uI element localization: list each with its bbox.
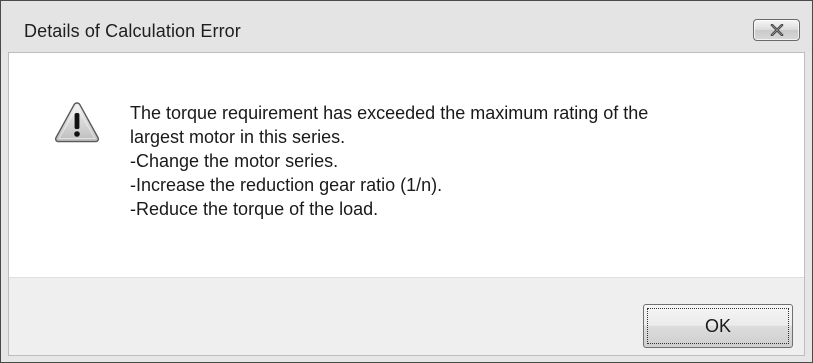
- dialog-body: The torque requirement has exceeded the …: [8, 52, 805, 356]
- error-message: The torque requirement has exceeded the …: [130, 101, 790, 221]
- close-icon: [770, 24, 784, 36]
- ok-button[interactable]: OK: [643, 304, 793, 348]
- ok-button-label: OK: [704, 316, 731, 336]
- close-button[interactable]: [753, 19, 800, 41]
- message-line: The torque requirement has exceeded the …: [130, 103, 649, 123]
- message-line: -Increase the reduction gear ratio (1/n)…: [130, 175, 443, 195]
- message-line: -Reduce the torque of the load.: [130, 199, 379, 219]
- message-line: -Change the motor series.: [130, 151, 339, 171]
- warning-icon: [54, 102, 100, 143]
- title-bar: Details of Calculation Error: [1, 1, 812, 53]
- window-title: Details of Calculation Error: [24, 21, 241, 41]
- button-bar: OK: [9, 277, 804, 355]
- message-line: largest motor in this series.: [130, 127, 346, 147]
- message-area: The torque requirement has exceeded the …: [9, 53, 804, 277]
- error-dialog: Details of Calculation Error The torque …: [0, 0, 813, 363]
